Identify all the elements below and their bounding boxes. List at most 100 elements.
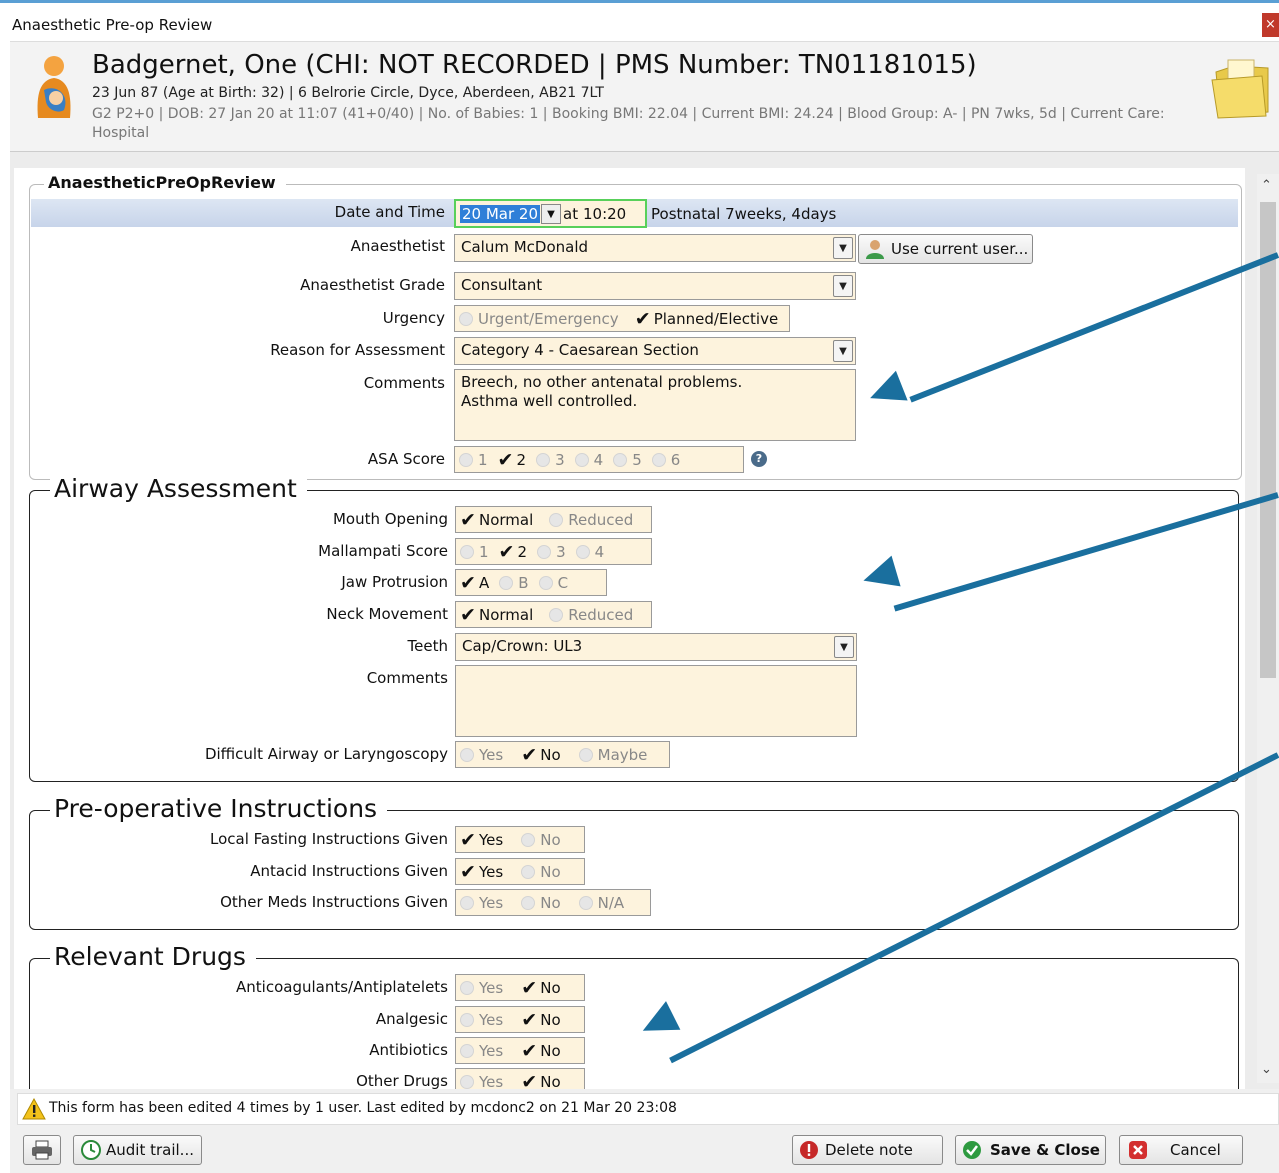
printer-icon xyxy=(32,1140,52,1160)
patient-details-line1: 23 Jun 87 (Age at Birth: 32) | 6 Belrori… xyxy=(92,85,604,101)
cancel-button[interactable]: Cancel xyxy=(1119,1135,1243,1165)
save-close-button[interactable]: Save & Close xyxy=(955,1135,1106,1165)
other-drugs-no-option[interactable]: ✔ No xyxy=(521,1072,560,1091)
difficult-yes-option[interactable]: Yes xyxy=(460,746,503,764)
anaesthetist-value: Calum McDonald xyxy=(461,238,589,256)
edit-note-bar: This form has been edited 4 times by 1 u… xyxy=(17,1093,1279,1125)
jaw-option-a[interactable]: ✔ A xyxy=(460,573,489,592)
other-drugs-yes-option[interactable]: Yes xyxy=(460,1073,503,1091)
asa-option-1[interactable]: 1 xyxy=(459,451,488,469)
chevron-down-icon[interactable]: ▼ xyxy=(833,237,853,259)
comments-textarea[interactable]: Breech, no other antenatal problems. Ast… xyxy=(454,369,856,441)
analgesic-radio-group: Yes ✔ No xyxy=(455,1006,585,1033)
othermeds-yes-option[interactable]: Yes xyxy=(460,894,503,912)
date-dropdown-icon[interactable]: ▼ xyxy=(541,204,561,224)
jaw-option-b[interactable]: B xyxy=(499,574,529,592)
close-icon[interactable]: × xyxy=(1262,13,1279,37)
analgesic-no-option[interactable]: ✔ No xyxy=(521,1010,560,1029)
othermeds-no-option[interactable]: No xyxy=(521,894,561,912)
airway-comments-textarea[interactable] xyxy=(455,665,857,737)
difficult-maybe-option[interactable]: Maybe xyxy=(578,746,647,764)
fasting-no-option[interactable]: No xyxy=(521,831,561,849)
time-input[interactable]: 10:20 xyxy=(583,205,626,223)
grade-select[interactable]: Consultant ▼ xyxy=(454,272,856,300)
chevron-down-icon[interactable]: ▼ xyxy=(833,275,853,297)
audit-trail-button[interactable]: Audit trail... xyxy=(73,1135,202,1165)
time-prefix: at xyxy=(563,205,579,223)
scroll-down-icon[interactable]: ⌄ xyxy=(1261,1062,1272,1077)
date-time-field[interactable]: 20 Mar 20 ▼ at 10:20 xyxy=(454,199,647,228)
comments-label: Comments xyxy=(363,374,445,392)
reason-select[interactable]: Category 4 - Caesarean Section ▼ xyxy=(454,337,856,365)
neck-normal-option[interactable]: ✔ Normal xyxy=(460,605,533,624)
grade-label: Anaesthetist Grade xyxy=(300,276,445,294)
window-title: Anaesthetic Pre-op Review xyxy=(12,16,213,34)
mouth-reduced-option[interactable]: Reduced xyxy=(549,511,633,529)
mallampati-option-2[interactable]: ✔ 2 xyxy=(499,542,528,561)
scrollbar-thumb[interactable] xyxy=(1260,202,1276,678)
mallampati-option-1[interactable]: 1 xyxy=(460,543,489,561)
mallampati-option-3[interactable]: 3 xyxy=(537,543,566,561)
mallampati-radio-group: 1 ✔ 2 3 4 xyxy=(455,538,652,565)
neck-radio-group: ✔ Normal Reduced xyxy=(455,601,652,628)
anaesthetist-label: Anaesthetist xyxy=(350,237,445,255)
asa-option-6[interactable]: 6 xyxy=(651,451,680,469)
asa-option-2[interactable]: ✔ 2 xyxy=(498,450,527,469)
patient-details-line2: G2 P2+0 | DOB: 27 Jan 20 at 11:07 (41+0/… xyxy=(92,106,1165,141)
vertical-scrollbar[interactable]: ⌃ ⌄ xyxy=(1257,174,1279,1083)
antacid-label: Antacid Instructions Given xyxy=(250,862,448,880)
check-icon xyxy=(963,1141,981,1159)
patient-name: Badgernet, One (CHI: NOT RECORDED | PMS … xyxy=(92,50,977,80)
asa-option-3[interactable]: 3 xyxy=(536,451,565,469)
user-icon xyxy=(866,240,884,259)
difficult-no-option[interactable]: ✔ No xyxy=(521,745,560,764)
urgency-urgent-option[interactable]: Urgent/Emergency xyxy=(459,310,619,328)
edit-note-text: This form has been edited 4 times by 1 u… xyxy=(49,1100,677,1116)
teeth-select[interactable]: Cap/Crown: UL3 ▼ xyxy=(455,633,857,661)
teeth-value: Cap/Crown: UL3 xyxy=(462,637,583,655)
print-button[interactable] xyxy=(23,1135,61,1165)
date-input[interactable]: 20 Mar 20 xyxy=(460,205,541,223)
antibiotics-yes-option[interactable]: Yes xyxy=(460,1042,503,1060)
chevron-down-icon[interactable]: ▼ xyxy=(834,636,854,658)
delete-icon xyxy=(800,1141,818,1159)
patient-banner: Badgernet, One (CHI: NOT RECORDED | PMS … xyxy=(10,41,1279,152)
antibiotics-no-option[interactable]: ✔ No xyxy=(521,1041,560,1060)
preop-title: Pre-operative Instructions xyxy=(50,794,388,823)
analgesic-label: Analgesic xyxy=(375,1010,448,1028)
scroll-up-icon[interactable]: ⌃ xyxy=(1261,178,1272,193)
analgesic-yes-option[interactable]: Yes xyxy=(460,1011,503,1029)
fasting-yes-option[interactable]: ✔ Yes xyxy=(460,830,503,849)
chevron-down-icon[interactable]: ▼ xyxy=(833,340,853,362)
antibiotics-label: Antibiotics xyxy=(369,1041,448,1059)
othermeds-na-option[interactable]: N/A xyxy=(578,894,624,912)
airway-comments-label: Comments xyxy=(366,669,448,687)
mouth-normal-option[interactable]: ✔ Normal xyxy=(460,510,533,529)
jaw-option-c[interactable]: C xyxy=(538,574,568,592)
antacid-no-option[interactable]: No xyxy=(521,863,561,881)
anaesthetist-select[interactable]: Calum McDonald ▼ xyxy=(454,234,856,262)
drugs-title: Relevant Drugs xyxy=(50,942,256,971)
asa-option-5[interactable]: 5 xyxy=(613,451,642,469)
neck-reduced-option[interactable]: Reduced xyxy=(549,606,633,624)
use-current-user-button[interactable]: Use current user... xyxy=(858,234,1033,264)
folder-icon[interactable] xyxy=(1210,54,1272,120)
urgency-planned-option[interactable]: ✔ Planned/Elective xyxy=(635,309,779,328)
mother-baby-icon xyxy=(37,56,71,118)
postnatal-text: Postnatal 7weeks, 4days xyxy=(651,205,837,223)
asa-option-4[interactable]: 4 xyxy=(574,451,603,469)
reason-value: Category 4 - Caesarean Section xyxy=(461,341,699,359)
other-drugs-label: Other Drugs xyxy=(356,1072,448,1090)
anticoag-yes-option[interactable]: Yes xyxy=(460,979,503,997)
airway-title: Airway Assessment xyxy=(50,474,307,503)
anticoag-no-option[interactable]: ✔ No xyxy=(521,978,560,997)
cancel-icon xyxy=(1129,1141,1147,1159)
grade-value: Consultant xyxy=(461,276,543,294)
mallampati-label: Mallampati Score xyxy=(318,542,448,560)
jaw-radio-group: ✔ A B C xyxy=(455,569,607,596)
mallampati-option-4[interactable]: 4 xyxy=(575,543,604,561)
antacid-yes-option[interactable]: ✔ Yes xyxy=(460,862,503,881)
urgency-radio-group: Urgent/Emergency ✔ Planned/Elective xyxy=(454,305,790,332)
help-icon[interactable]: ? xyxy=(751,451,767,467)
delete-note-button[interactable]: Delete note xyxy=(792,1135,943,1165)
